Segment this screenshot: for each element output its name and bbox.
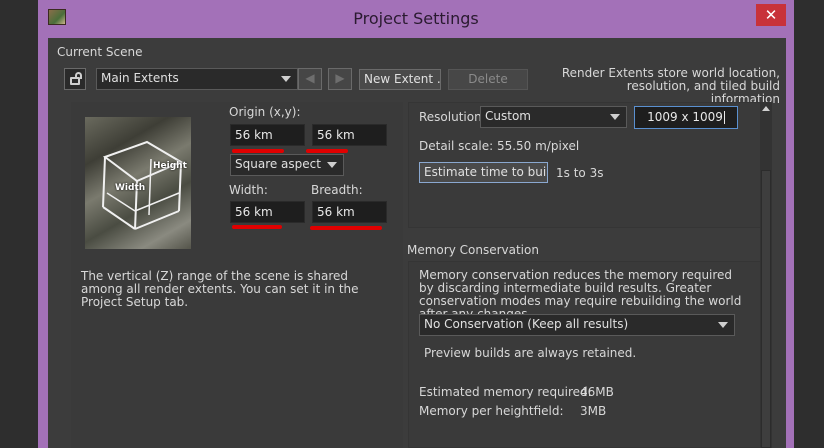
extent-select-value: Main Extents — [101, 71, 179, 85]
resolution-panel: Resolution Custom 1009 x 1009 Detail sca… — [408, 102, 772, 228]
arrow-left-icon: ◀ — [305, 71, 315, 85]
scroll-up-icon[interactable] — [762, 106, 770, 111]
project-settings-window: Project Settings ✕ Current Scene Main Ex… — [38, 0, 794, 448]
terrain-extent-diagram: Height Width — [85, 117, 191, 249]
background-workspace-right — [794, 0, 824, 448]
estimate-result-text: 1s to 3s — [556, 166, 604, 180]
annotation-underline-width — [232, 225, 282, 229]
unlock-icon — [70, 72, 82, 85]
resolution-value: 1009 x 1009 — [647, 110, 723, 124]
chevron-down-icon — [281, 76, 291, 82]
origin-label: Origin (x,y): — [229, 105, 301, 119]
chevron-down-icon — [610, 114, 620, 120]
aspect-select[interactable]: Square aspect — [230, 154, 344, 176]
breadth-label: Breadth: — [311, 183, 363, 197]
origin-x-field[interactable]: 56 km — [230, 124, 305, 146]
estimate-build-time-button[interactable]: Estimate time to build... — [419, 162, 548, 183]
annotation-underline-origin-y — [306, 149, 348, 153]
annotation-underline-origin-x — [232, 149, 284, 153]
memory-per-heightfield-label: Memory per heightfield: — [419, 404, 564, 418]
lock-button[interactable] — [64, 68, 86, 90]
title-bar[interactable]: Project Settings ✕ — [38, 0, 794, 38]
extent-panel: Height Width Origin (x,y): 56 km 56 km S… — [71, 102, 403, 448]
window-title: Project Settings — [353, 9, 479, 28]
dialog-content: Current Scene Main Extents ◀ ▶ New Exten… — [48, 38, 786, 448]
diagram-width-label: Width — [115, 183, 146, 193]
breadth-field[interactable]: 56 km — [312, 201, 387, 223]
current-scene-label: Current Scene — [57, 45, 143, 59]
diagram-height-label: Height — [153, 161, 187, 171]
memory-panel: Memory conservation reduces the memory r… — [408, 261, 772, 448]
delete-button[interactable]: Delete — [448, 69, 528, 90]
scrollbar[interactable] — [760, 102, 772, 448]
estimated-memory-label: Estimated memory required: — [419, 385, 592, 399]
next-extent-button[interactable]: ▶ — [328, 68, 352, 90]
resolution-preset-value: Custom — [485, 109, 531, 123]
new-extent-button[interactable]: New Extent ... — [359, 69, 441, 90]
background-workspace — [0, 0, 38, 448]
memory-conservation-label: Memory Conservation — [407, 243, 539, 257]
detail-scale-text: Detail scale: 55.50 m/pixel — [419, 139, 580, 153]
annotation-underline-breadth — [310, 226, 382, 230]
estimated-memory-value: 46MB — [580, 385, 614, 399]
z-range-note: The vertical (Z) range of the scene is s… — [81, 269, 359, 309]
width-field[interactable]: 56 km — [230, 201, 305, 223]
extent-info-text: Render Extents store world location, res… — [561, 66, 780, 106]
extent-select[interactable]: Main Extents — [96, 68, 298, 90]
close-button[interactable]: ✕ — [756, 4, 786, 26]
resolution-field[interactable]: 1009 x 1009 — [634, 106, 738, 129]
preview-builds-note: Preview builds are always retained. — [424, 346, 637, 360]
memory-mode-value: No Conservation (Keep all results) — [424, 317, 629, 331]
memory-mode-select[interactable]: No Conservation (Keep all results) — [419, 314, 735, 336]
chevron-down-icon — [718, 322, 728, 328]
width-label: Width: — [229, 183, 268, 197]
resolution-preset-select[interactable]: Custom — [480, 106, 627, 128]
prev-extent-button[interactable]: ◀ — [298, 68, 322, 90]
aspect-select-value: Square aspect — [235, 157, 321, 171]
origin-y-field[interactable]: 56 km — [312, 124, 387, 146]
scrollbar-thumb[interactable] — [761, 170, 771, 448]
chevron-down-icon — [327, 162, 337, 168]
text-cursor — [723, 111, 725, 124]
memory-per-heightfield-value: 3MB — [580, 404, 607, 418]
arrow-right-icon: ▶ — [335, 71, 345, 85]
resolution-label: Resolution — [419, 110, 482, 124]
